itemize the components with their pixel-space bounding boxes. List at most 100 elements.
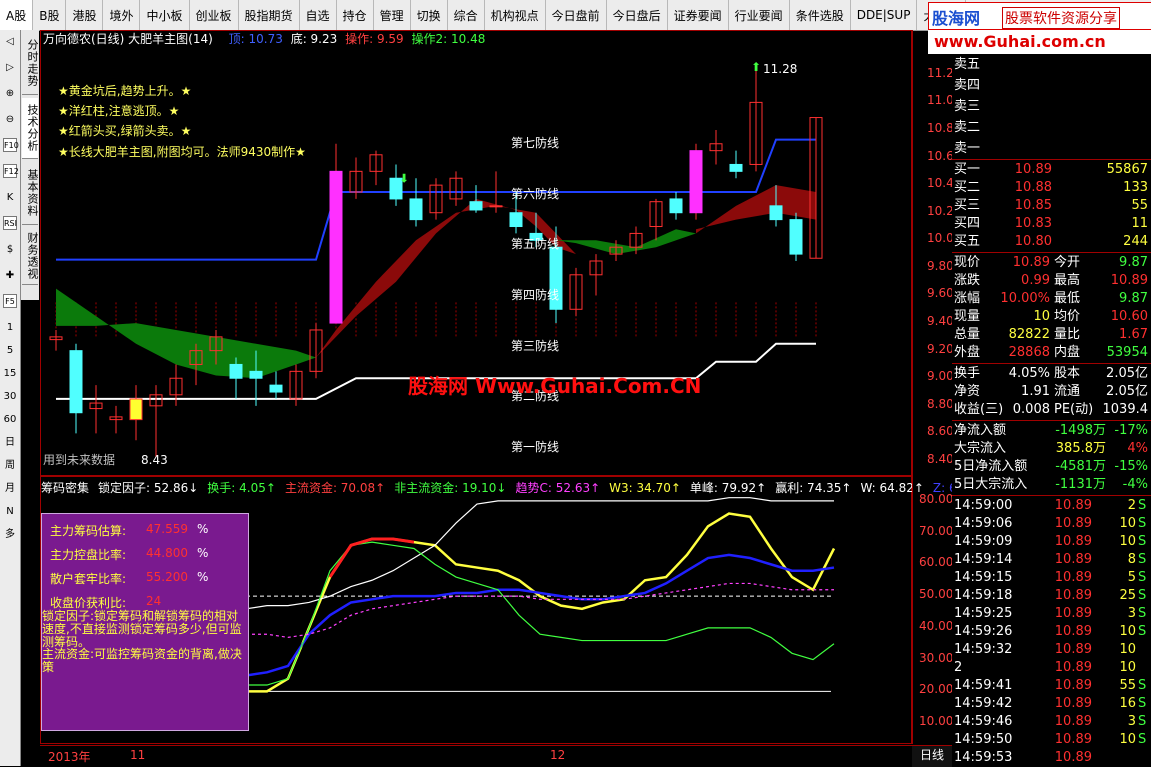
buy-level-volume: 11 bbox=[1131, 216, 1148, 231]
lock-factor-desc: 锁定因子:锁定筹码和解锁筹码的相对速度,不直接监测锁定筹码多少,但可监测筹码。 bbox=[42, 609, 242, 649]
main-y-tick: 8.80 bbox=[927, 396, 954, 411]
left-tool-12[interactable]: 5 bbox=[2, 343, 18, 358]
top-price-label: 顶: 10.73 bbox=[228, 32, 283, 46]
menu-item-0[interactable]: A股 bbox=[0, 0, 34, 30]
left-tool-8[interactable]: $ bbox=[2, 242, 18, 257]
stat-label: 总量 bbox=[954, 327, 981, 342]
menu-item-10[interactable]: 切换 bbox=[411, 0, 448, 30]
flow-value: -4581万 bbox=[1055, 459, 1106, 474]
left-tool-4[interactable]: F10 bbox=[3, 138, 19, 152]
menu-item-16[interactable]: 行业要闻 bbox=[729, 0, 790, 30]
menu-item-4[interactable]: 中小板 bbox=[140, 0, 190, 30]
axis-year: 2013年 bbox=[48, 750, 91, 764]
tick-row: 2 10.89 10 bbox=[952, 659, 1151, 677]
main-y-tick: 9.40 bbox=[927, 314, 954, 329]
indicator-label-bar: 筹码密集 锁定因子: 52.86↓ 换手: 4.05↑ 主流资金: 70.08↑ 非主流… bbox=[41, 479, 985, 496]
operation2-label: 操作2: 10.48 bbox=[411, 32, 486, 46]
left-tool-9[interactable]: ✚ bbox=[2, 268, 18, 283]
info-row-unit: % bbox=[197, 570, 209, 584]
vtab-2[interactable]: 基本资料 bbox=[22, 162, 39, 225]
tick-row: 14:59:00 10.89 2 S bbox=[952, 497, 1151, 515]
left-tool-11[interactable]: 1 bbox=[2, 320, 18, 335]
left-tool-3[interactable]: ⊖ bbox=[2, 112, 18, 127]
left-tool-0[interactable]: ◁ bbox=[2, 34, 18, 49]
tick-time: 14:59:46 bbox=[954, 714, 1013, 729]
vtab-0[interactable]: 分时走势 bbox=[22, 32, 39, 95]
chart-note-1: ★黄金坑后,趋势上升。★ bbox=[58, 84, 192, 98]
tick-volume: 3 bbox=[1127, 606, 1136, 621]
left-tool-6[interactable]: K bbox=[2, 190, 18, 205]
menu-item-14[interactable]: 今日盘后 bbox=[607, 0, 668, 30]
w3-highlight bbox=[328, 537, 415, 578]
menu-item-9[interactable]: 管理 bbox=[374, 0, 411, 30]
sell-row: 卖一 bbox=[952, 140, 1151, 158]
menu-item-11[interactable]: 综合 bbox=[448, 0, 485, 30]
stat-row: 现量 10 均价 10.60 bbox=[952, 308, 1151, 326]
period-label[interactable]: 日线 bbox=[912, 745, 952, 767]
left-tool-2[interactable]: ⊕ bbox=[2, 86, 18, 101]
menu-item-7[interactable]: 自选 bbox=[300, 0, 337, 30]
future-data-label: 用到未来数据 bbox=[43, 452, 115, 467]
main-chart-title-bar: 万向德农(日线) 大肥羊主图(14) 顶: 10.73 底: 9.23 操作: … bbox=[43, 30, 485, 47]
candle bbox=[69, 343, 83, 434]
defense-line-label: 第五防线 bbox=[511, 236, 559, 251]
candle bbox=[729, 150, 743, 179]
info-row-label: 散户套牢比率: bbox=[50, 572, 127, 586]
sell-arrow-icon: ⬇ bbox=[399, 171, 409, 185]
tick-time: 14:59:09 bbox=[954, 534, 1013, 549]
tick-volume: 10 bbox=[1119, 660, 1136, 675]
buy-level-label: 买四 bbox=[954, 216, 981, 231]
tick-time: 14:59:14 bbox=[954, 552, 1013, 567]
menu-item-2[interactable]: 港股 bbox=[66, 0, 104, 30]
left-tool-15[interactable]: 60 bbox=[2, 412, 18, 427]
buy-row: 买五 10.80 244 bbox=[952, 233, 1151, 251]
tick-time: 14:59:06 bbox=[954, 516, 1013, 531]
left-tool-17[interactable]: 周 bbox=[2, 458, 18, 473]
tick-price: 10.89 bbox=[1054, 732, 1092, 747]
left-tool-10[interactable]: F5 bbox=[3, 294, 17, 308]
vtab-1[interactable]: 技术分析 bbox=[22, 98, 39, 159]
stat-value: 9.87 bbox=[1119, 255, 1148, 270]
stat-label: 收益(三) bbox=[954, 402, 1004, 417]
menu-item-15[interactable]: 证券要闻 bbox=[668, 0, 729, 30]
tick-time: 14:59:26 bbox=[954, 624, 1013, 639]
vtab-3[interactable]: 财务透视 bbox=[22, 228, 39, 285]
menu-item-12[interactable]: 机构视点 bbox=[485, 0, 546, 30]
buy-level-volume: 244 bbox=[1123, 234, 1148, 249]
buy-row: 买一 10.89 55867 bbox=[952, 161, 1151, 179]
tick-volume: 10 bbox=[1119, 732, 1136, 747]
menu-item-3[interactable]: 境外 bbox=[103, 0, 141, 30]
left-tool-5[interactable]: F12 bbox=[3, 164, 19, 178]
stat-value: 0.99 bbox=[1021, 273, 1050, 288]
left-tool-16[interactable]: 日 bbox=[2, 435, 18, 450]
left-tool-19[interactable]: N bbox=[2, 504, 18, 519]
series-line bbox=[246, 512, 836, 693]
flow-row: 5日大宗流入 -1131万 -4% bbox=[952, 476, 1151, 494]
menu-item-17[interactable]: 条件选股 bbox=[790, 0, 851, 30]
tick-time: 14:59:00 bbox=[954, 498, 1013, 513]
left-tool-7[interactable]: RSI bbox=[3, 216, 17, 230]
menu-item-18[interactable]: DDE|SUP bbox=[851, 0, 918, 30]
left-tool-1[interactable]: ▷ bbox=[2, 60, 18, 75]
guhai-logo: 股海网 股票软件资源分享 bbox=[928, 2, 1151, 30]
menu-item-5[interactable]: 创业板 bbox=[190, 0, 239, 30]
left-tool-14[interactable]: 30 bbox=[2, 389, 18, 404]
menu-item-13[interactable]: 今日盘前 bbox=[546, 0, 607, 30]
menu-item-6[interactable]: 股指期货 bbox=[239, 0, 300, 30]
tick-row: 14:59:53 10.89 bbox=[952, 749, 1151, 767]
candle bbox=[309, 323, 323, 379]
candle bbox=[49, 329, 63, 351]
left-tool-18[interactable]: 月 bbox=[2, 481, 18, 496]
vertical-tabs: 分时走势技术分析基本资料财务透视 bbox=[21, 30, 39, 300]
flow-label: 净流入额 bbox=[954, 423, 1007, 438]
flow-label: 5日净流入额 bbox=[954, 459, 1028, 474]
tick-price: 10.89 bbox=[1054, 624, 1092, 639]
menu-item-1[interactable]: B股 bbox=[33, 0, 67, 30]
left-tool-20[interactable]: 多 bbox=[2, 527, 18, 542]
menu-item-8[interactable]: 持仓 bbox=[337, 0, 374, 30]
candle bbox=[409, 178, 423, 227]
logo-url: www.Guhai.com.cn bbox=[934, 32, 1106, 51]
stat-label: 今开 bbox=[1054, 255, 1081, 270]
left-tool-13[interactable]: 15 bbox=[2, 366, 18, 381]
tick-side: S bbox=[1138, 606, 1147, 621]
